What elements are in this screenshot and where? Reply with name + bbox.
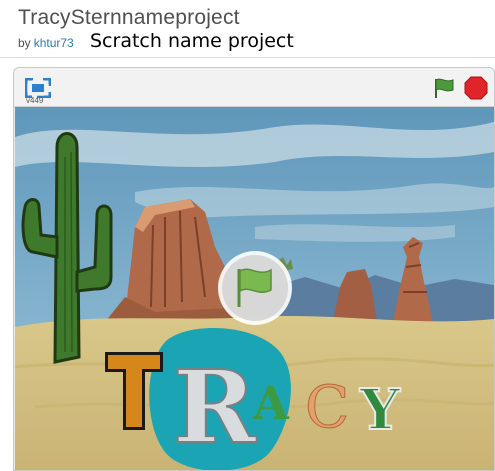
green-flag-button[interactable] xyxy=(432,77,456,99)
stage-canvas[interactable]: R A C Y xyxy=(15,107,494,470)
project-header: TracySternnameproject by khtur73 Scratch … xyxy=(0,0,495,60)
letter-a: A xyxy=(252,376,290,430)
fullscreen-button[interactable] xyxy=(24,77,52,99)
version-label: v449 xyxy=(26,96,44,105)
project-byline: by khtur73 xyxy=(18,36,74,50)
project-subtitle: Scratch name project xyxy=(90,30,294,52)
letter-y: Y xyxy=(359,377,401,443)
author-link[interactable]: khtur73 xyxy=(34,36,74,50)
player-controls-bar: v449 xyxy=(14,68,494,107)
letter-r: R xyxy=(173,348,257,466)
by-label: by xyxy=(18,36,31,50)
stop-button[interactable] xyxy=(464,76,488,100)
scratch-player: v449 R A C Y xyxy=(13,67,495,471)
stop-sign-icon xyxy=(464,76,488,100)
fullscreen-icon xyxy=(24,77,52,99)
play-overlay-button[interactable] xyxy=(218,251,292,325)
header-divider xyxy=(0,57,495,58)
green-flag-icon xyxy=(435,78,454,98)
project-title: TracySternnameproject xyxy=(18,6,240,29)
letter-c: C xyxy=(305,373,349,441)
